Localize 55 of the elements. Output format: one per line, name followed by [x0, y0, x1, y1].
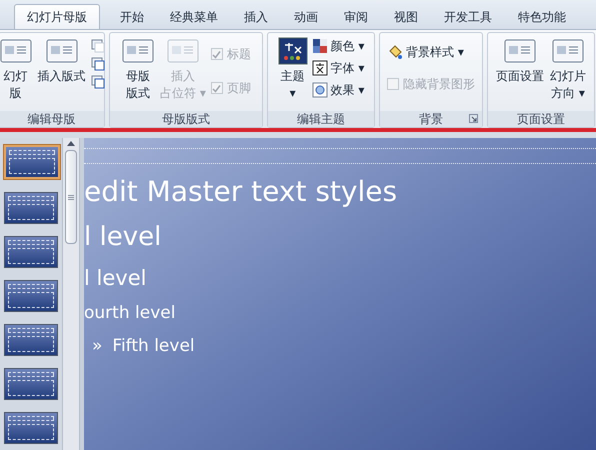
slide-icon: [90, 75, 104, 89]
ribbon-tab[interactable]: 动画: [284, 4, 328, 29]
checkbox-label: 隐藏背景图形: [403, 76, 475, 93]
ribbon-tab[interactable]: 开发工具: [434, 4, 502, 29]
layout-icon: [552, 37, 584, 65]
dropdown-button[interactable]: 字体 ▾: [312, 59, 364, 77]
body-text: l level: [84, 221, 162, 254]
body-text: l level: [84, 265, 146, 292]
checkbox-label: 页脚: [226, 80, 251, 97]
theme-icon: [278, 37, 308, 65]
slide-thumbnail[interactable]: [4, 192, 58, 224]
scrollbar[interactable]: [62, 138, 80, 450]
scroll-up-icon[interactable]: [67, 140, 75, 146]
dropdown-button[interactable]: 背景样式 ▾: [387, 43, 475, 61]
group-label: 页面设置: [517, 113, 565, 125]
body-text: Fifth level: [112, 335, 195, 358]
group-label: 编辑母版: [28, 113, 76, 125]
slide-thumbnail[interactable]: [4, 280, 58, 312]
body-text: ourth level: [84, 302, 176, 324]
ribbon-tab[interactable]: 幻灯片母版: [14, 4, 100, 29]
font-icon: [312, 60, 328, 76]
theme-button[interactable]: 主题 ▾: [278, 37, 308, 102]
ribbon-button[interactable]: 幻灯 版: [0, 37, 32, 102]
slide-title: edit Master text styles: [84, 174, 398, 210]
effects-icon: [312, 82, 328, 98]
ribbon-tab[interactable]: 审阅: [334, 4, 378, 29]
layout-icon: [122, 37, 154, 65]
checkbox-label: 标题: [226, 46, 251, 63]
slide-thumbnail[interactable]: [4, 324, 58, 356]
ribbon-tab[interactable]: 特色功能: [508, 4, 576, 29]
ribbon-button[interactable]: 母版 版式: [121, 37, 156, 102]
dropdown-button[interactable]: 颜色 ▾: [312, 37, 364, 55]
ribbon-button[interactable]: 幻灯片 方向 ▾: [549, 37, 587, 102]
slide-thumbnail[interactable]: [4, 368, 58, 400]
ribbon-button[interactable]: 页面设置: [495, 37, 545, 85]
scroll-thumb[interactable]: [65, 150, 77, 244]
ribbon-tab[interactable]: 开始: [110, 4, 154, 29]
slide-thumbnail[interactable]: [3, 144, 61, 180]
colors-icon: [312, 38, 328, 54]
ribbon-button[interactable]: 插入版式: [36, 37, 86, 85]
layout-icon: [504, 37, 536, 65]
ribbon-tab[interactable]: 视图: [384, 4, 428, 29]
slide-thumbnail[interactable]: [4, 412, 58, 444]
ribbon-tab[interactable]: 插入: [234, 4, 278, 29]
layout-icon: [167, 37, 199, 65]
group-label: 编辑主题: [297, 113, 345, 125]
layout-icon: [46, 37, 78, 65]
group-label: 母版版式: [162, 113, 210, 125]
bullet-mark: »: [92, 335, 102, 358]
ribbon-tab[interactable]: 经典菜单: [160, 4, 228, 29]
slide-thumbnail[interactable]: [4, 236, 58, 268]
dropdown-button[interactable]: 效果 ▾: [312, 81, 364, 99]
group-label: 背景: [419, 113, 443, 125]
slide-icon: [90, 57, 104, 71]
dialog-launcher-icon[interactable]: [469, 114, 478, 123]
